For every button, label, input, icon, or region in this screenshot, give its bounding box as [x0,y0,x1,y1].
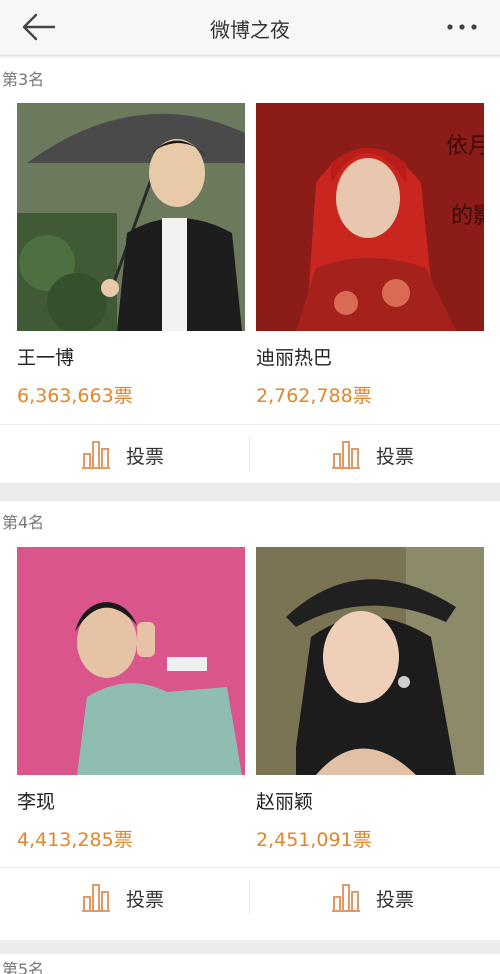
candidate-name: 王一博 [17,347,75,369]
svg-text:的影: 的影 [451,204,484,229]
vote-label: 投票 [126,446,165,468]
bar-chart-icon [332,884,360,912]
red-hood-photo: 依月 的影 [256,103,484,331]
top-bar: 微博之夜 [0,0,500,56]
candidate-card[interactable]: 赵丽颖 2,451,091票 [256,547,484,907]
vote-label: 投票 [376,889,415,911]
svg-text:依月: 依月 [446,134,484,159]
vote-button[interactable]: 投票 [0,868,250,926]
rank-label: 第3名 [2,70,45,89]
vote-count: 2,451,091票 [256,829,372,851]
candidate-name: 赵丽颖 [256,791,314,813]
candidate-photo[interactable]: 依月 的影 [256,103,484,331]
candidate-card[interactable]: 依月 的影 迪丽热巴 2,762,788票 [256,103,484,463]
candidate-name: 李现 [17,791,56,813]
candidate-photo[interactable] [17,547,245,775]
bar-chart-icon [82,441,110,469]
black-cap-photo [256,547,484,775]
vote-button[interactable]: 投票 [250,425,500,483]
bar-chart-icon [332,441,360,469]
page-title: 微博之夜 [210,18,290,42]
vote-bar: 投票 投票 [0,424,500,482]
candidate-card[interactable]: 王一博 6,363,663票 [17,103,245,463]
vote-button[interactable]: 投票 [0,425,250,483]
section-gap [0,483,500,501]
candidate-card[interactable]: 李现 4,413,285票 [17,547,245,907]
vote-label: 投票 [376,446,415,468]
rank-section-3: 第3名 王一博 6,363,663票 依月 的 迪丽热巴 2,762,788票 … [0,58,500,483]
vote-button[interactable]: 投票 [250,868,500,926]
vote-count: 2,762,788票 [256,385,372,407]
rank-label: 第5名 [2,960,45,974]
vote-label: 投票 [126,889,165,911]
more-dots-icon [447,24,477,30]
section-gap [0,940,500,954]
vote-count: 6,363,663票 [17,385,133,407]
candidate-name: 迪丽热巴 [256,347,333,369]
rank-section-5: 第5名 [0,954,500,974]
rank-label: 第4名 [2,513,45,532]
vote-bar: 投票 投票 [0,867,500,925]
candidate-photo[interactable] [17,103,245,331]
rank-section-4: 第4名 李现 4,413,285票 赵丽颖 2,451,091票 投票 投票 [0,501,500,940]
more-options-button[interactable] [442,14,482,40]
umbrella-photo [17,103,245,331]
pink-backdrop-photo [17,547,245,775]
candidate-photo[interactable] [256,547,484,775]
vote-count: 4,413,285票 [17,829,133,851]
bar-chart-icon [82,884,110,912]
